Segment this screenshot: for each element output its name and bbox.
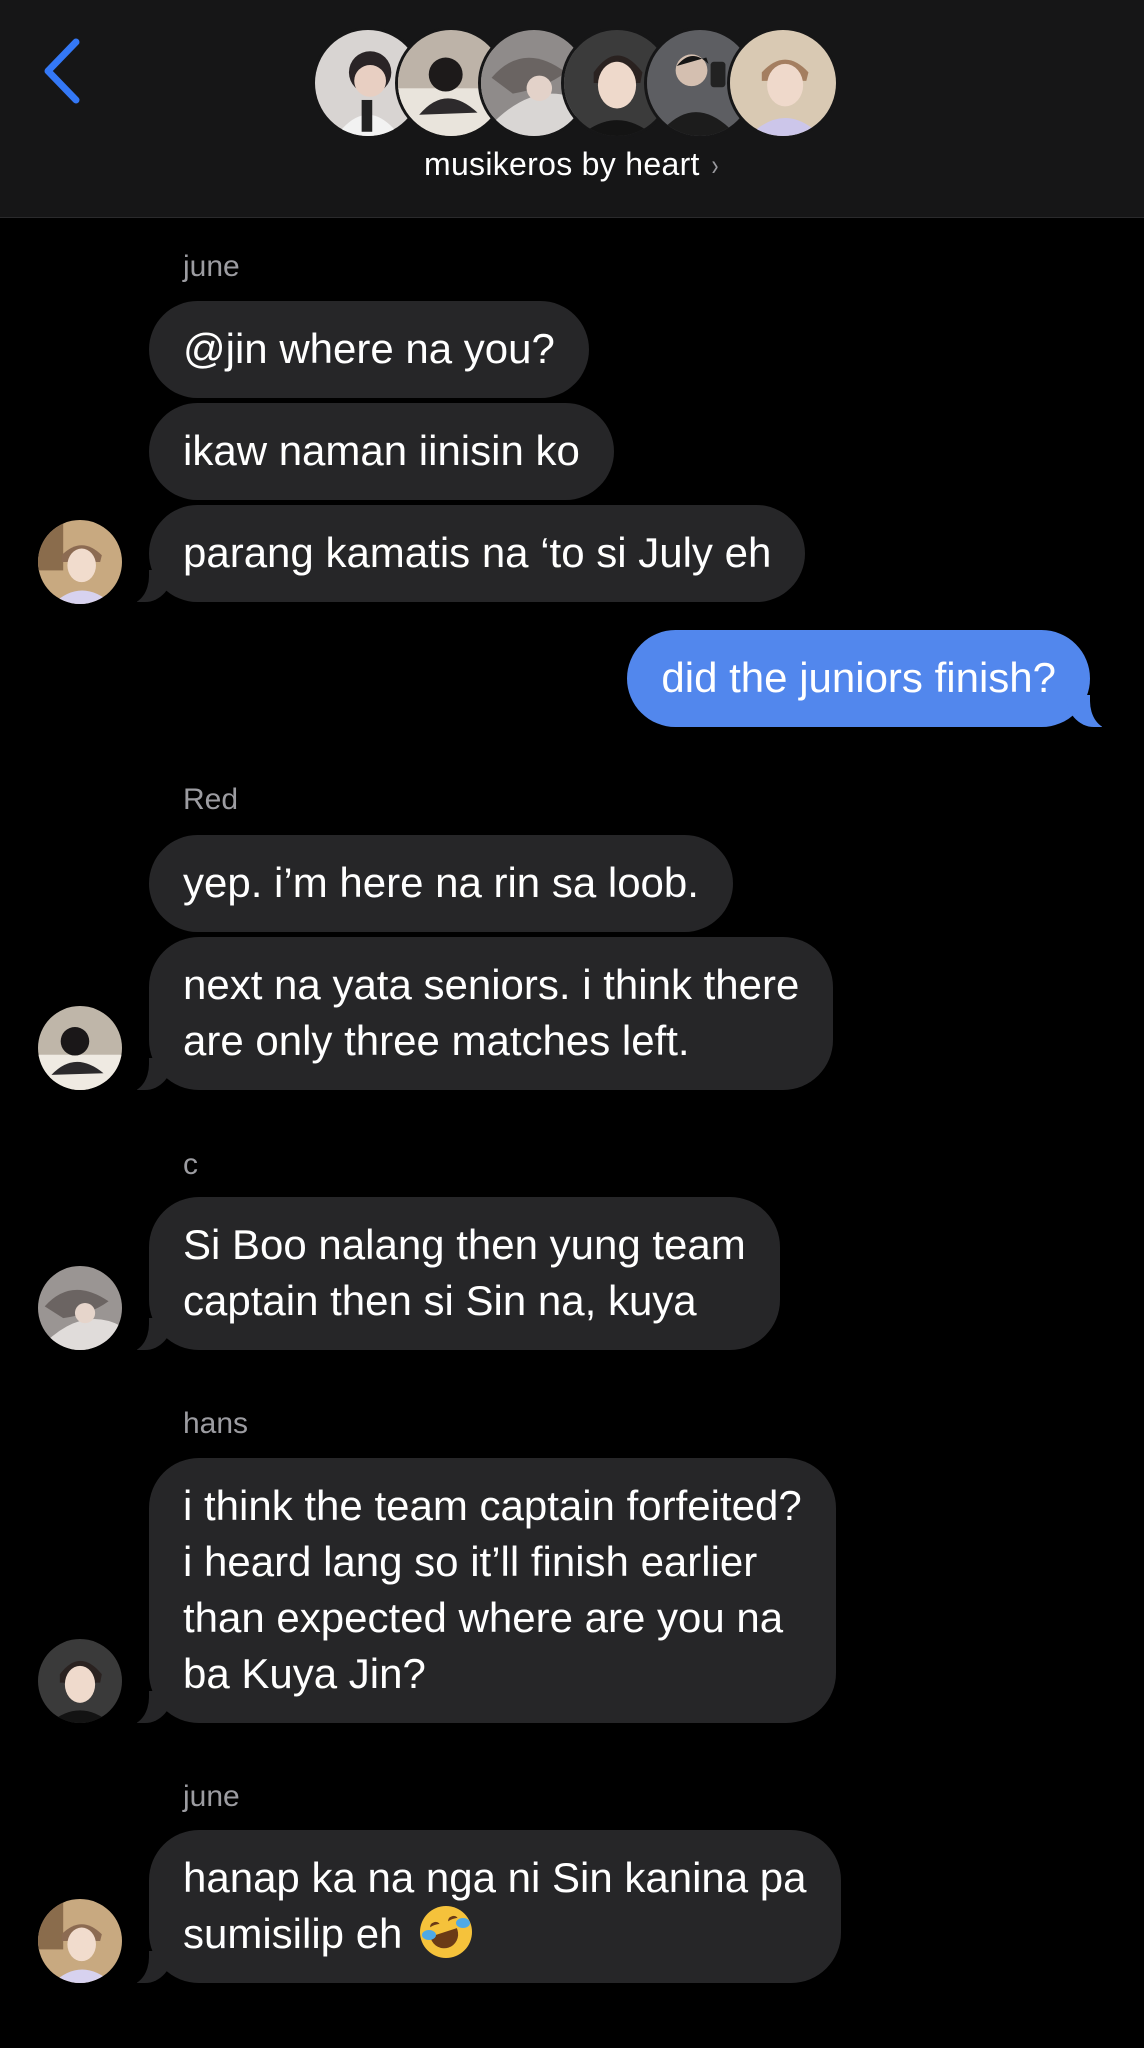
message-bubble[interactable]: yep. i’m here na rin sa loob. — [149, 835, 733, 932]
message-text: ba Kuya Jin? — [183, 1650, 426, 1697]
chevron-right-icon: › — [711, 149, 719, 182]
sender-name: Red — [183, 783, 239, 816]
member-avatar — [727, 27, 839, 139]
message-text: ikaw naman iinisin ko — [183, 427, 580, 474]
sender-avatar[interactable] — [38, 1006, 122, 1090]
message-text: @jin where na you? — [183, 325, 555, 372]
message-bubble[interactable]: hanap ka na nga ni Sin kanina pa sumisil… — [119, 1830, 841, 1985]
message-text: sumisilip eh — [183, 1910, 403, 1957]
message-text: than expected where are you na — [183, 1594, 784, 1641]
chevron-left-icon — [44, 38, 80, 104]
chat-header: musikeros by heart › — [0, 0, 1144, 218]
message-bubble[interactable]: next na yata seniors. i think there are … — [118, 937, 834, 1092]
message-text: yep. i’m here na rin sa loob. — [183, 859, 699, 906]
sender-name: hans — [183, 1407, 249, 1440]
back-button[interactable] — [38, 34, 90, 108]
sender-avatar[interactable] — [38, 1266, 122, 1350]
message-text: captain then si Sin na, kuya — [183, 1277, 697, 1324]
message-text: next na yata seniors. i think there — [183, 961, 800, 1008]
outgoing-message-bubble[interactable]: did the juniors finish? — [627, 630, 1120, 729]
sender-name: june — [183, 1780, 240, 1813]
group-name-link[interactable]: musikeros by heart › — [0, 146, 1144, 183]
sender-avatar[interactable] — [38, 1899, 122, 1983]
message-bubble[interactable]: i think the team captain forfeited? i he… — [119, 1458, 836, 1725]
message-text: hanap ka na nga ni Sin kanina pa — [183, 1854, 807, 1901]
sender-name: june — [183, 250, 240, 283]
group-avatars[interactable] — [312, 27, 839, 139]
message-text: Si Boo nalang then yung team — [183, 1221, 746, 1268]
sender-name: c — [183, 1148, 198, 1181]
message-bubble[interactable]: ikaw naman iinisin ko — [149, 403, 614, 500]
message-text: are only three matches left. — [183, 1017, 690, 1064]
rolling-on-floor-laughing-emoji — [420, 1906, 473, 1958]
sender-avatar[interactable] — [38, 520, 122, 604]
message-bubble[interactable]: Si Boo nalang then yung team captain the… — [119, 1197, 780, 1352]
sender-avatar[interactable] — [38, 1639, 122, 1723]
message-bubble[interactable]: @jin where na you? — [149, 301, 589, 398]
message-text: i think the team captain forfeited? — [183, 1482, 802, 1529]
message-bubble[interactable]: parang kamatis na ‘to si July eh — [118, 505, 806, 604]
message-text: parang kamatis na ‘to si July eh — [183, 529, 772, 576]
group-name: musikeros by heart — [423, 146, 700, 182]
message-text: did the juniors finish? — [661, 654, 1056, 701]
message-text: i heard lang so it’ll finish earlier — [183, 1538, 758, 1585]
